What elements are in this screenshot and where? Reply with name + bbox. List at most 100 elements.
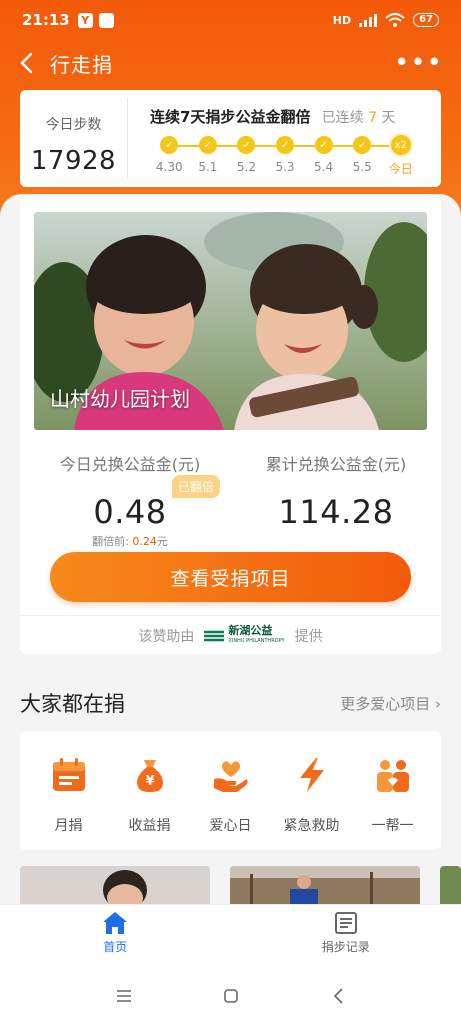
lightning-icon: [299, 758, 324, 792]
streak-days-row: ✓ 4.30 ✓ 5.1 ✓ 5.2 ✓ 5.3 ✓ 5.4 ✓ 5.5 x2 今日: [150, 133, 420, 177]
home-button[interactable]: [211, 976, 251, 1016]
more-projects-link[interactable]: 更多爱心项目 ›: [340, 693, 441, 714]
day-item: ✓ 5.2: [227, 135, 266, 177]
double-badge-icon: x2: [388, 133, 413, 157]
before-double-text: 翻倍前: 0.24元: [30, 533, 230, 549]
streak-panel: 连续7天捐步公益金翻倍 已连续 7 天 ✓ 4.30 ✓ 5.1 ✓ 5.2 ✓ 5.3…: [128, 90, 441, 187]
category-card: 月捐 ¥ 收益捐 爱心日 紧急救助 一帮一: [20, 731, 441, 850]
total-fund: 累计兑换公益金(元) 114.28: [236, 451, 436, 531]
day-label: 5.5: [352, 160, 372, 174]
view-project-button[interactable]: 查看受捐项目: [50, 552, 411, 602]
check-coin-icon: ✓: [237, 136, 256, 154]
day-label: 5.1: [198, 160, 218, 174]
check-coin-icon: ✓: [314, 136, 333, 154]
project-thumbnail[interactable]: [230, 866, 420, 904]
category-earnings[interactable]: ¥ 收益捐: [114, 755, 186, 850]
before-value: 0.24: [132, 535, 157, 548]
notification-icon: Y: [77, 12, 93, 28]
money-bag-icon: ¥: [136, 760, 163, 792]
sponsor-logo-text: 新湖公益 XINHU PHILANTHROPY: [228, 624, 284, 646]
sponsor-suffix: 提供: [294, 629, 323, 645]
status-time: 21:13: [22, 11, 70, 29]
square-icon: [223, 989, 238, 1003]
category-label: 一帮一: [371, 818, 414, 834]
category-one-to-one[interactable]: 一帮一: [357, 755, 429, 850]
category-monthly[interactable]: 月捐: [33, 755, 105, 850]
sponsor-logo[interactable]: 新湖公益 XINHU PHILANTHROPY: [204, 624, 285, 646]
category-love-day[interactable]: 爱心日: [195, 755, 267, 850]
streak-prefix: 已连续: [321, 110, 364, 126]
check-coin-icon: ✓: [353, 136, 372, 154]
menu-button[interactable]: [104, 976, 144, 1016]
day-item: ✓ 5.5: [343, 135, 382, 177]
back-button[interactable]: [6, 40, 46, 86]
today-steps-panel: 今日步数 17928: [20, 98, 128, 179]
check-coin-icon: ✓: [276, 136, 295, 154]
today-fund-label: 今日兑换公益金(元): [59, 455, 201, 474]
streak-title-text: 连续7天捐步公益金翻倍: [150, 108, 311, 126]
check-coin-icon: ✓: [198, 136, 217, 154]
sponsor-logo-icon: [204, 630, 225, 642]
calendar-icon: [52, 758, 85, 791]
system-navigation: [0, 968, 461, 1024]
doubled-badge: 已翻倍: [172, 475, 221, 498]
project-title: 山村幼儿园计划: [50, 387, 190, 411]
project-thumbnail[interactable]: [20, 866, 210, 904]
section-title: 大家都在捐: [20, 692, 125, 716]
child-photo-thumbnail: [20, 866, 210, 904]
streak-count: 已连续 7 天: [322, 110, 396, 126]
streak-days: 7: [368, 110, 378, 126]
today-fund: 今日兑换公益金(元) 0.48 已翻倍 翻倍前: 0.24元: [30, 451, 230, 549]
page-title: 行走捐: [50, 52, 113, 77]
app-notification-icon: [98, 12, 114, 28]
day-label-today: 今日: [388, 162, 413, 176]
category-label: 月捐: [54, 818, 83, 834]
steps-card: 今日步数 17928 连续7天捐步公益金翻倍 已连续 7 天 ✓ 4.30 ✓ 5.…: [20, 90, 441, 187]
today-fund-value: 0.48: [93, 493, 167, 531]
elderly-photo-thumbnail: [230, 866, 420, 904]
home-icon: [103, 912, 128, 934]
svg-text:¥: ¥: [145, 774, 154, 789]
chevron-left-icon: [20, 52, 33, 74]
project-thumbnail[interactable]: [440, 866, 461, 904]
tab-home[interactable]: 首页: [0, 905, 231, 968]
tab-records-label: 捐步记录: [321, 940, 370, 954]
triangle-back-icon: [333, 988, 343, 1004]
category-emergency[interactable]: 紧急救助: [276, 755, 348, 850]
status-bar: 21:13 Y HD 67: [0, 0, 461, 40]
day-item: ✓ 4.30: [150, 135, 189, 177]
tab-records[interactable]: 捐步记录: [231, 905, 461, 968]
category-label: 紧急救助: [283, 818, 340, 834]
more-menu-button[interactable]: •••: [394, 50, 443, 76]
streak-title: 连续7天捐步公益金翻倍 已连续 7 天: [150, 106, 441, 127]
day-label: 5.2: [236, 160, 256, 174]
more-projects-label: 更多爱心项目: [340, 694, 431, 713]
menu-icon: [116, 990, 131, 1002]
before-unit: 元: [156, 535, 168, 548]
before-label: 翻倍前:: [92, 535, 133, 548]
sponsor-name: 新湖公益: [228, 624, 273, 637]
sponsor-prefix: 该赞助由: [138, 629, 195, 645]
heart-hand-icon: [213, 761, 248, 792]
project-card: 山村幼儿园计划 今日兑换公益金(元) 0.48 已翻倍 翻倍前: 0.24元 累…: [20, 197, 441, 654]
category-label: 收益捐: [128, 818, 171, 834]
record-icon: [334, 912, 357, 934]
day-item: ✓ 5.1: [189, 135, 228, 177]
battery-indicator: 67: [413, 13, 439, 27]
system-back-button[interactable]: [318, 976, 358, 1016]
project-photo[interactable]: 山村幼儿园计划: [34, 212, 427, 430]
day-label: 4.30: [155, 160, 183, 174]
wifi-icon: [385, 13, 405, 27]
network-label: HD: [332, 13, 352, 27]
sponsor-row: 该赞助由 新湖公益 XINHU PHILANTHROPY 提供: [20, 615, 441, 646]
people-icon: [376, 760, 409, 792]
chevron-right-icon: ›: [435, 694, 441, 713]
today-steps-value: 17928: [30, 146, 117, 176]
streak-unit: 天: [381, 110, 396, 126]
category-label: 爱心日: [209, 818, 252, 834]
signal-icon: [359, 13, 378, 27]
total-fund-label: 累计兑换公益金(元): [265, 455, 407, 474]
section-header: 大家都在捐 更多爱心项目 ›: [20, 688, 441, 718]
day-item-today: x2 今日: [381, 133, 420, 177]
tab-home-label: 首页: [103, 940, 128, 954]
